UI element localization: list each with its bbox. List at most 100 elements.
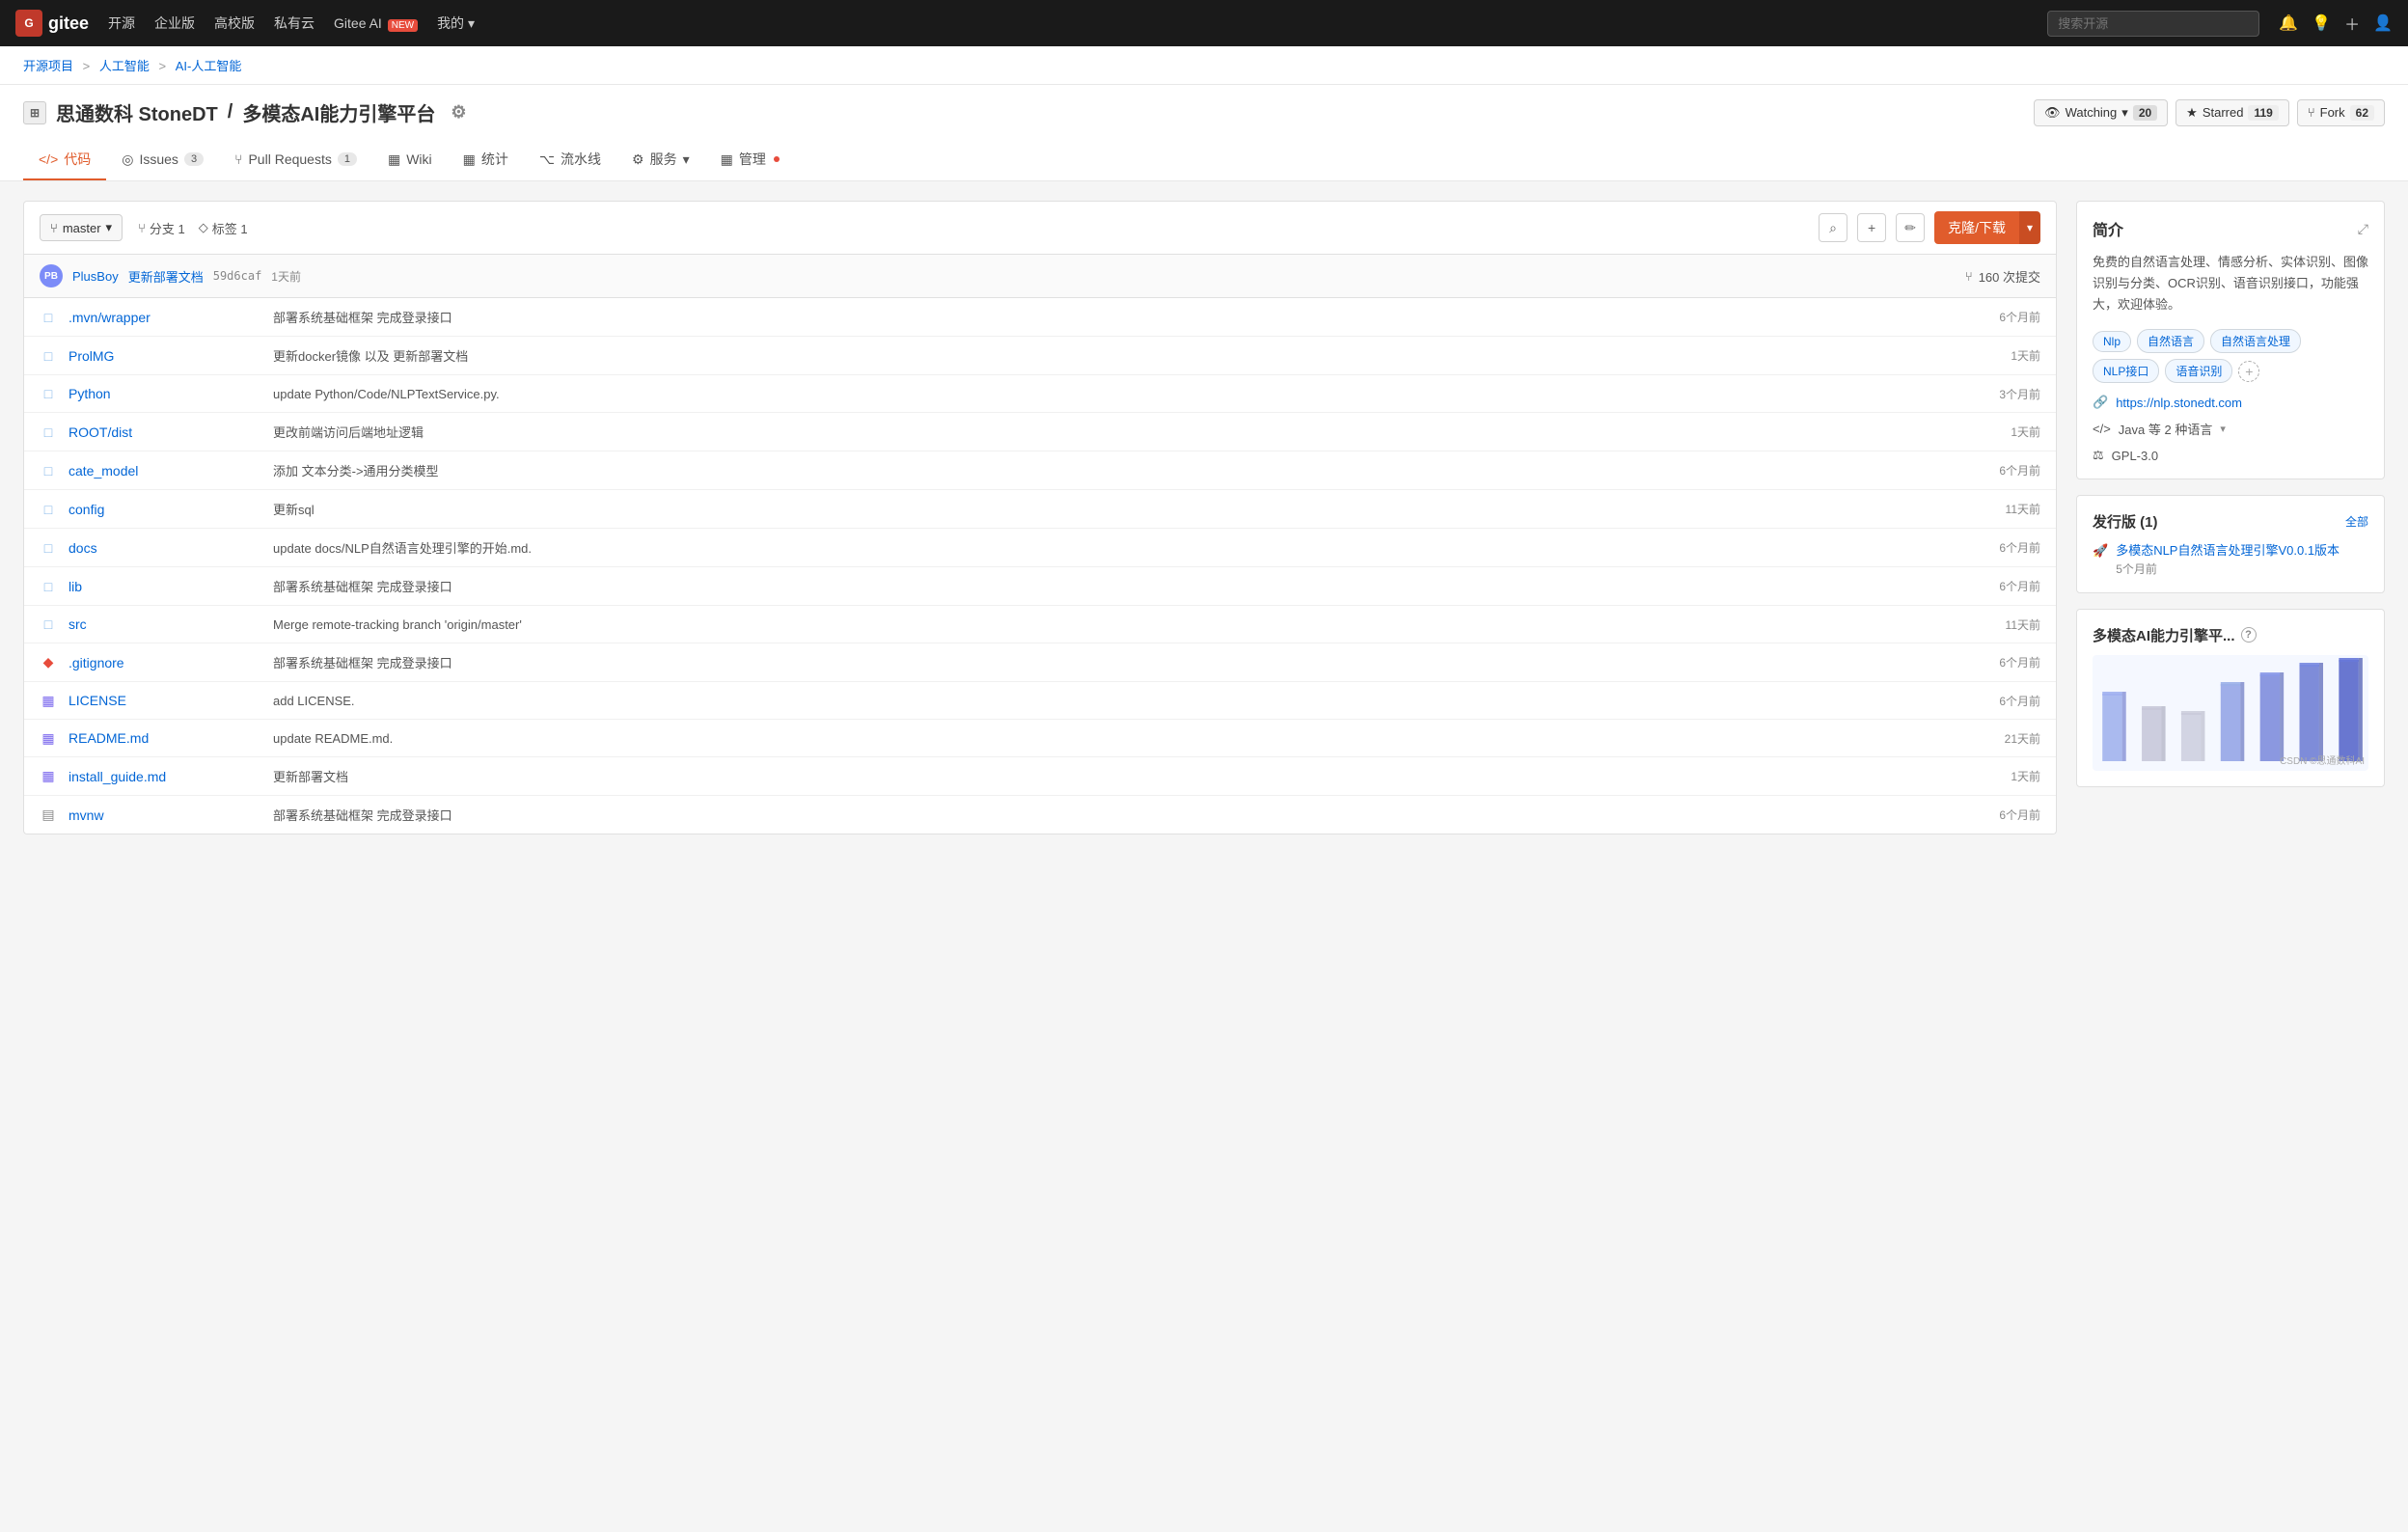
release-name[interactable]: 多模态NLP自然语言处理引擎V0.0.1版本 [2116, 541, 2340, 561]
table-row[interactable]: □ docs update docs/NLP自然语言处理引擎的开始.md. 6个… [24, 529, 2056, 567]
logo-text: gitee [48, 14, 89, 34]
table-row[interactable]: ▦ install_guide.md 更新部署文档 1天前 [24, 757, 2056, 796]
table-row[interactable]: ◆ .gitignore 部署系统基础框架 完成登录接口 6个月前 [24, 643, 2056, 682]
file-name[interactable]: ROOT/dist [68, 424, 261, 440]
tag-nlp-processing[interactable]: 自然语言处理 [2210, 329, 2301, 353]
table-row[interactable]: □ cate_model 添加 文本分类->通用分类模型 6个月前 [24, 451, 2056, 490]
tab-pull-requests[interactable]: ⑂ Pull Requests 1 [219, 140, 372, 180]
add-tag-button[interactable]: + [2238, 361, 2259, 382]
file-name[interactable]: lib [68, 579, 261, 594]
table-row[interactable]: □ ProlMG 更新docker镜像 以及 更新部署文档 1天前 [24, 337, 2056, 375]
nav-university[interactable]: 高校版 [214, 14, 255, 33]
nav-mine[interactable]: 我的 ▾ [437, 14, 475, 33]
table-row[interactable]: □ ROOT/dist 更改前端访问后端地址逻辑 1天前 [24, 413, 2056, 451]
breadcrumb: 开源项目 > 人工智能 > AI-人工智能 [0, 46, 2408, 85]
table-row[interactable]: □ config 更新sql 11天前 [24, 490, 2056, 529]
expand-icon[interactable]: ⤢ [2358, 221, 2368, 237]
table-row[interactable]: ▤ mvnw 部署系统基础框架 完成登录接口 6个月前 [24, 796, 2056, 834]
add-icon[interactable]: ＋ [2344, 12, 2360, 35]
table-row[interactable]: ▦ LICENSE add LICENSE. 6个月前 [24, 682, 2056, 720]
table-row[interactable]: □ Python update Python/Code/NLPTextServi… [24, 375, 2056, 413]
discover-icon[interactable]: 💡 [2312, 14, 2331, 33]
table-row[interactable]: □ lib 部署系统基础框架 完成登录接口 6个月前 [24, 567, 2056, 606]
tag-voice[interactable]: 语音识别 [2165, 359, 2232, 383]
chart-help-icon[interactable]: ? [2241, 627, 2257, 643]
commit-count[interactable]: 160 次提交 [1979, 267, 2040, 286]
commit-author[interactable]: PlusBoy [72, 269, 119, 284]
repo-separator: / [228, 101, 233, 123]
starred-count: 119 [2248, 105, 2278, 121]
tags-count[interactable]: ◇ 标签 1 [199, 219, 248, 237]
breadcrumb-ai-detail[interactable]: AI-人工智能 [176, 59, 242, 73]
pipeline-icon: ⌥ [539, 151, 555, 168]
nav-private-cloud[interactable]: 私有云 [274, 14, 315, 33]
star-button[interactable]: ★ Starred 119 [2175, 99, 2289, 126]
search-input[interactable] [2047, 11, 2259, 37]
tab-stats[interactable]: ▦ 统计 [448, 140, 524, 180]
table-row[interactable]: □ src Merge remote-tracking branch 'orig… [24, 606, 2056, 643]
file-time: 1天前 [1963, 768, 2040, 784]
site-logo[interactable]: G gitee [15, 10, 89, 37]
commit-message[interactable]: 更新部署文档 [128, 267, 204, 286]
file-name[interactable]: ProlMG [68, 348, 261, 364]
file-table: □ .mvn/wrapper 部署系统基础框架 完成登录接口 6个月前 □ Pr… [23, 298, 2057, 834]
tab-admin[interactable]: ▦ 管理 [705, 140, 795, 180]
repo-website-link[interactable]: 🔗 https://nlp.stonedt.com [2093, 395, 2368, 410]
file-name[interactable]: install_guide.md [68, 769, 261, 784]
chart-title-text: 多模态AI能力引擎平... [2093, 625, 2235, 645]
tab-pipeline[interactable]: ⌥ 流水线 [524, 140, 616, 180]
edit-button[interactable]: ✏ [1896, 213, 1925, 242]
file-name[interactable]: src [68, 616, 261, 632]
watch-button[interactable]: 👁 Watching ▾ 20 [2034, 99, 2168, 126]
file-name[interactable]: Python [68, 386, 261, 401]
branch-selector[interactable]: ⑂ master ▾ [40, 214, 123, 241]
tag-nlang[interactable]: 自然语言 [2137, 329, 2204, 353]
tab-code[interactable]: </> 代码 [23, 140, 106, 180]
plus-icon: + [1868, 220, 1875, 235]
breadcrumb-ai[interactable]: 人工智能 [99, 59, 150, 73]
branch-dropdown-icon: ▾ [106, 220, 113, 235]
tab-wiki[interactable]: ▦ Wiki [372, 140, 448, 180]
repo-name[interactable]: 多模态AI能力引擎平台 [242, 98, 435, 126]
fork-button[interactable]: ⑂ Fork 62 [2297, 99, 2385, 126]
notification-icon[interactable]: 🔔 [2279, 14, 2298, 33]
clone-button[interactable]: 克隆/下载 [1934, 211, 2019, 244]
search-files-button[interactable]: ⌕ [1819, 213, 1847, 242]
repo-owner[interactable]: 思通数科 StoneDT [56, 98, 218, 126]
author-avatar[interactable]: PB [40, 264, 63, 287]
tag-nlp[interactable]: Nlp [2093, 331, 2131, 352]
file-name[interactable]: README.md [68, 730, 261, 746]
commit-hash[interactable]: 59d6caf [213, 269, 262, 283]
branch-bar: ⑂ master ▾ ⑂ 分支 1 ◇ 标签 1 ⌕ [23, 201, 2057, 255]
nav-gitee-ai[interactable]: Gitee AI NEW [334, 15, 418, 31]
add-file-button[interactable]: + [1857, 213, 1886, 242]
breadcrumb-open-source[interactable]: 开源项目 [23, 59, 73, 73]
file-name[interactable]: .gitignore [68, 655, 261, 670]
file-name[interactable]: mvnw [68, 807, 261, 823]
file-name[interactable]: cate_model [68, 463, 261, 479]
tab-issues[interactable]: ◎ Issues 3 [106, 140, 219, 180]
language-dropdown-icon[interactable]: ▾ [2220, 423, 2226, 435]
file-time: 6个月前 [1963, 654, 2040, 670]
release-title: 发行版 (1) [2093, 511, 2158, 532]
scale-icon: ⚖ [2093, 448, 2104, 463]
tag-nlp-api[interactable]: NLP接口 [2093, 359, 2159, 383]
nav-open-source[interactable]: 开源 [108, 14, 135, 33]
tab-services[interactable]: ⚙ 服务 ▾ [616, 140, 705, 180]
repo-description: 免费的自然语言处理、情感分析、实体识别、图像识别与分类、OCR识别、语音识别接口… [2093, 252, 2368, 315]
file-name[interactable]: .mvn/wrapper [68, 310, 261, 325]
user-avatar-icon[interactable]: 👤 [2373, 14, 2393, 33]
repo-settings-icon[interactable]: ⚙ [451, 102, 466, 123]
file-name[interactable]: config [68, 502, 261, 517]
commit-time: 1天前 [271, 268, 301, 285]
branches-count[interactable]: ⑂ 分支 1 [138, 219, 185, 237]
file-name[interactable]: docs [68, 540, 261, 556]
clone-dropdown-button[interactable]: ▾ [2019, 211, 2040, 244]
intro-title: 简介 [2093, 217, 2123, 240]
table-row[interactable]: □ .mvn/wrapper 部署系统基础框架 完成登录接口 6个月前 [24, 298, 2056, 337]
search-icon: ⌕ [1829, 220, 1837, 236]
table-row[interactable]: ▦ README.md update README.md. 21天前 [24, 720, 2056, 757]
file-name[interactable]: LICENSE [68, 693, 261, 708]
nav-enterprise[interactable]: 企业版 [154, 14, 195, 33]
release-all-link[interactable]: 全部 [2345, 513, 2368, 530]
